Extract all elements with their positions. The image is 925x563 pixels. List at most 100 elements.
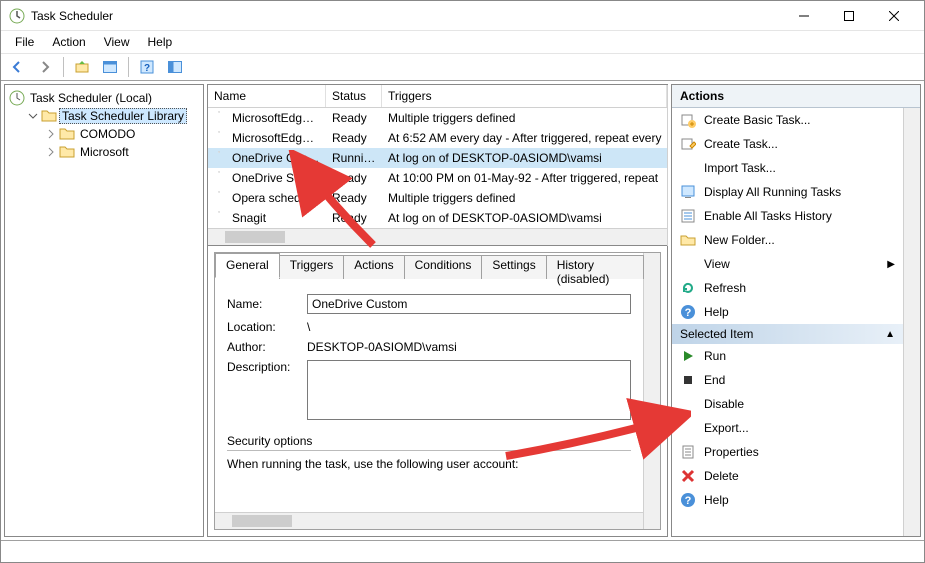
tab-settings[interactable]: Settings [481,255,546,279]
table-row[interactable]: Snagit Ready At log on of DESKTOP-0ASIOM… [208,208,667,228]
security-text: When running the task, use the following… [227,450,631,471]
author-value: DESKTOP-0ASIOMD\vamsi [307,340,457,354]
titlebar: Task Scheduler [1,1,924,31]
expand-icon[interactable] [45,146,57,158]
clock-icon [212,151,226,165]
action-refresh[interactable]: Refresh [672,276,903,300]
action-help[interactable]: ?Help [672,488,903,512]
panel2-button[interactable] [163,56,187,78]
action-label: Create Basic Task... [704,113,895,127]
col-status[interactable]: Status [326,85,382,107]
grid-scrollbar-v[interactable] [667,85,668,246]
action-properties[interactable]: Properties [672,440,903,464]
grid-header: Name Status Triggers [208,85,667,108]
minimize-button[interactable] [781,1,826,30]
action-disable[interactable]: Disable [672,392,903,416]
col-trigger[interactable]: Triggers [382,85,667,107]
folder-icon [59,144,75,160]
action-display-all-running-tasks[interactable]: Display All Running Tasks [672,180,903,204]
panel-button[interactable] [98,56,122,78]
end-icon [680,372,696,388]
menu-action[interactable]: Action [44,33,93,51]
tab-history[interactable]: History (disabled) [546,255,644,279]
collapse-icon[interactable] [27,110,39,122]
task-trigger: At 10:00 PM on 01-May-92 - After trigger… [382,171,667,185]
action-end[interactable]: End [672,368,903,392]
task-trigger: At 6:52 AM every day - After triggered, … [382,131,667,145]
tree-child-comodo[interactable]: COMODO [45,125,199,143]
action-view[interactable]: View▶ [672,252,903,276]
task-name: MicrosoftEdgeU… [226,111,326,125]
details-panel: General Triggers Actions Conditions Sett… [214,252,661,530]
tree-root[interactable]: Task Scheduler (Local) [9,89,199,107]
app-icon [9,8,25,24]
help-icon: ? [680,304,696,320]
details-scrollbar-v[interactable] [643,253,660,529]
action-label: Run [704,349,895,363]
svg-text:?: ? [685,495,692,507]
action-label: Enable All Tasks History [704,209,895,223]
expand-icon[interactable] [45,128,57,140]
action-label: Disable [704,397,895,411]
close-button[interactable] [871,1,916,30]
task-status: Ready [326,191,382,205]
author-label: Author: [227,340,307,354]
display-icon [680,184,696,200]
location-value: \ [307,320,310,334]
tab-general[interactable]: General [215,253,280,278]
action-import-task-[interactable]: Import Task... [672,156,903,180]
description-field[interactable] [307,360,631,420]
action-new-folder-[interactable]: New Folder... [672,228,903,252]
action-export-[interactable]: Export... [672,416,903,440]
collapse-arrow-icon[interactable]: ▲ [885,329,895,340]
task-trigger: Multiple triggers defined [382,111,667,125]
tab-conditions[interactable]: Conditions [404,255,483,279]
action-help[interactable]: ? Help [672,300,903,324]
maximize-button[interactable] [826,1,871,30]
name-field[interactable] [307,294,631,314]
action-create-task-[interactable]: Create Task... [672,132,903,156]
submenu-arrow-icon: ▶ [887,259,895,270]
tree-child-microsoft[interactable]: Microsoft [45,143,199,161]
clock-icon [212,131,226,145]
up-button[interactable] [70,56,94,78]
table-row[interactable]: Opera schedule… Ready Multiple triggers … [208,188,667,208]
action-enable-all-tasks-history[interactable]: Enable All Tasks History [672,204,903,228]
action-label: Create Task... [704,137,895,151]
help-button[interactable]: ? [135,56,159,78]
task-trigger: At log on of DESKTOP-0ASIOMD\vamsi [382,151,667,165]
clock-icon [212,111,226,125]
table-row[interactable]: OneDrive Custom Running At log on of DES… [208,148,667,168]
menu-file[interactable]: File [7,33,42,51]
status-bar [1,540,924,562]
folder-icon [59,126,75,142]
back-button[interactable] [5,56,29,78]
forward-button[interactable] [33,56,57,78]
action-run[interactable]: Run [672,344,903,368]
action-label: View [704,257,887,271]
task-trigger: At log on of DESKTOP-0ASIOMD\vamsi [382,211,667,225]
table-row[interactable]: OneDrive Sta… Ready At 10:00 PM on 01-Ma… [208,168,667,188]
window-title: Task Scheduler [31,9,781,23]
name-label: Name: [227,297,307,311]
center-panel: Name Status Triggers MicrosoftEdgeU… Rea… [207,84,668,537]
menu-view[interactable]: View [96,33,138,51]
menu-help[interactable]: Help [140,33,181,51]
table-row[interactable]: MicrosoftEdgeU… Ready Multiple triggers … [208,108,667,128]
task-trigger: Multiple triggers defined [382,191,667,205]
action-delete[interactable]: Delete [672,464,903,488]
table-row[interactable]: MicrosoftEdgeU… Ready At 6:52 AM every d… [208,128,667,148]
grid-scrollbar-h[interactable] [208,228,667,245]
history-icon [680,208,696,224]
action-label: Import Task... [704,161,895,175]
toolbar: ? [1,53,924,81]
task-name: Opera schedule… [226,191,326,205]
tree-library[interactable]: Task Scheduler Library [27,107,199,125]
action-label: Help [704,305,895,319]
action-create-basic-task-[interactable]: Create Basic Task... [672,108,903,132]
tab-actions[interactable]: Actions [343,255,404,279]
col-name[interactable]: Name [208,85,326,107]
tab-triggers[interactable]: Triggers [279,255,345,279]
details-scrollbar-h[interactable] [215,512,643,529]
actions-scrollbar-v[interactable] [903,108,920,536]
